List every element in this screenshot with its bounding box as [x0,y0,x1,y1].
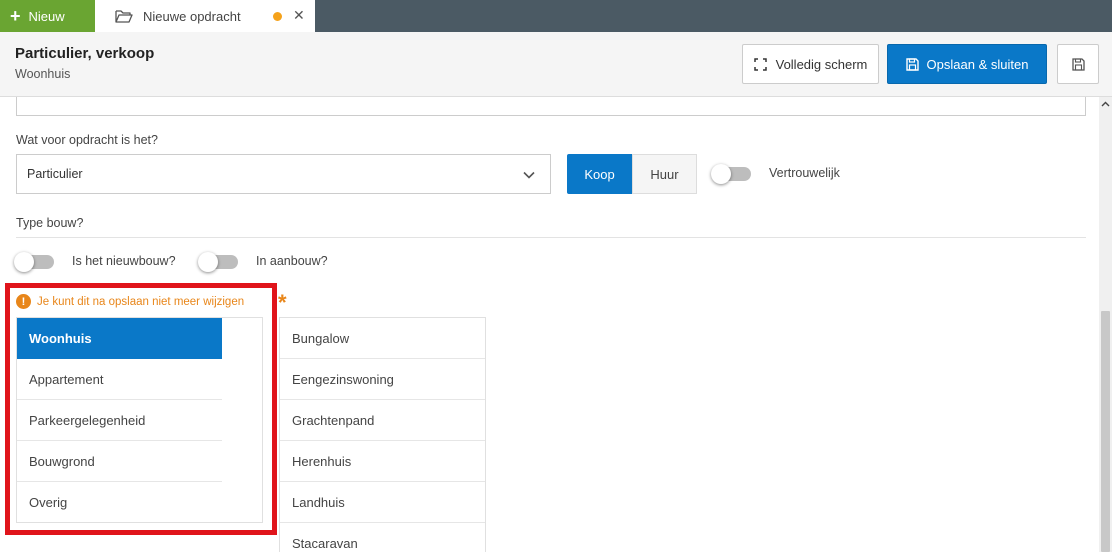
unsaved-indicator-dot [273,12,282,21]
close-tab-icon[interactable]: ✕ [293,7,305,24]
chevron-down-icon [523,171,535,179]
category-item-parkeergelegenheid[interactable]: Parkeergelegenheid [17,400,222,441]
segment-huur[interactable]: Huur [632,154,697,194]
vertical-scrollbar[interactable] [1099,97,1112,552]
page-header: Particulier, verkoop Woonhuis Volledig s… [0,32,1112,97]
subtype-item-stacaravan[interactable]: Stacaravan [280,523,485,552]
subtype-item-grachtenpand[interactable]: Grachtenpand [280,400,485,441]
nieuwbouw-label: Is het nieuwbouw? [72,254,176,268]
category-item-woonhuis[interactable]: Woonhuis [17,318,222,359]
required-asterisk: * [278,290,287,315]
scrollbar-thumb[interactable] [1101,311,1110,552]
scroll-up-arrow-icon[interactable] [1099,97,1112,110]
save-icon [1071,57,1085,71]
warning-text: Je kunt dit na opslaan niet meer wijzige… [37,295,245,308]
vertrouwelijk-label: Vertrouwelijk [769,166,840,180]
save-icon [905,57,919,71]
aanbouw-toggle[interactable] [198,252,238,272]
toggle-knob [711,164,731,184]
save-button[interactable] [1057,44,1099,84]
toggle-knob [198,252,218,272]
save-and-close-button[interactable]: Opslaan & sluiten [887,44,1047,84]
new-button-label: Nieuw [28,8,65,24]
fullscreen-label: Volledig scherm [775,56,868,72]
divider [16,237,1086,238]
new-button[interactable]: + Nieuw [0,0,95,32]
subtype-item-landhuis[interactable]: Landhuis [280,482,485,523]
category-item-overig[interactable]: Overig [17,482,222,523]
page-subtitle: Woonhuis [15,67,71,81]
assignment-type-label: Wat voor opdracht is het? [16,133,158,147]
tab-label: Nieuwe opdracht [143,8,241,24]
nieuwbouw-toggle[interactable] [14,252,54,272]
folder-open-icon [115,10,133,23]
subtype-item-bungalow[interactable]: Bungalow [280,318,485,359]
save-and-close-label: Opslaan & sluiten [926,56,1029,72]
text-input-partial[interactable] [16,97,1086,116]
category-list: Woonhuis Appartement Parkeergelegenheid … [16,317,263,523]
segment-koop[interactable]: Koop [567,154,632,194]
toggle-knob [14,252,34,272]
select-value: Particulier [27,167,83,181]
category-item-bouwgrond[interactable]: Bouwgrond [17,441,222,482]
subtype-item-eengezinswoning[interactable]: Eengezinswoning [280,359,485,400]
subtype-list: Bungalow Eengezinswoning Grachtenpand He… [279,317,486,552]
assignment-type-select[interactable]: Particulier [16,154,551,194]
subtype-item-herenhuis[interactable]: Herenhuis [280,441,485,482]
plus-icon: + [10,6,21,26]
type-bouw-label: Type bouw? [16,216,84,230]
aanbouw-label: In aanbouw? [256,254,328,268]
tab-nieuwe-opdracht[interactable]: Nieuwe opdracht ✕ [95,0,315,32]
warning-message: ! Je kunt dit na opslaan niet meer wijzi… [16,294,244,309]
expand-icon [753,57,767,71]
vertrouwelijk-toggle[interactable] [711,164,751,184]
page-title: Particulier, verkoop [15,45,155,62]
category-item-appartement[interactable]: Appartement [17,359,222,400]
top-tab-bar: + Nieuw Nieuwe opdracht ✕ [0,0,1112,32]
fullscreen-button[interactable]: Volledig scherm [742,44,879,84]
exclamation-icon: ! [16,294,31,309]
